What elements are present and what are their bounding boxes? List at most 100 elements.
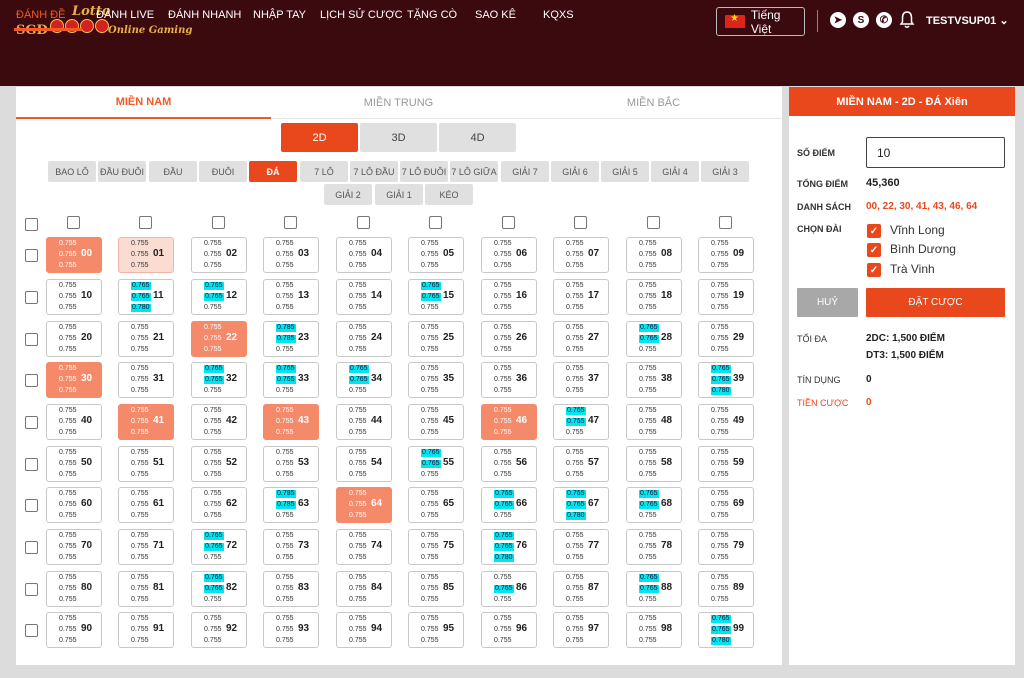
number-cell[interactable]: 0.755 0.755 0.755 80 <box>46 571 102 607</box>
mode-tab[interactable]: 3D <box>360 123 437 152</box>
column-checkbox[interactable] <box>719 216 732 229</box>
number-cell[interactable]: 0.755 0.755 0.755 92 <box>191 612 247 648</box>
number-cell[interactable]: 0.765 0.765 0.780 76 <box>481 529 537 565</box>
bet-type-tab[interactable]: GIẢI 4 <box>651 161 699 182</box>
language-button[interactable]: Tiếng Việt <box>716 7 805 36</box>
row-checkbox[interactable] <box>25 583 38 596</box>
number-cell[interactable]: 0.755 0.755 0.755 14 <box>336 279 392 315</box>
nav-item[interactable]: KQXS <box>543 0 574 30</box>
number-cell[interactable]: 0.755 0.755 0.755 77 <box>553 529 609 565</box>
number-cell[interactable]: 0.755 0.755 0.755 01 <box>118 237 174 273</box>
number-cell[interactable]: 0.755 0.755 0.755 19 <box>698 279 754 315</box>
number-cell[interactable]: 0.755 0.755 0.755 18 <box>626 279 682 315</box>
number-cell[interactable]: 0.755 0.755 0.755 94 <box>336 612 392 648</box>
number-cell[interactable]: 0.755 0.755 0.755 56 <box>481 446 537 482</box>
station-checkbox-tra-vinh[interactable]: ✓ <box>867 263 881 277</box>
bet-type-tab[interactable]: BAO LÔ <box>48 161 96 182</box>
number-cell[interactable]: 0.755 0.755 0.755 07 <box>553 237 609 273</box>
bet-type-tab[interactable]: 7 LÔ ĐUÔI <box>400 161 448 182</box>
number-cell[interactable]: 0.755 0.755 0.755 70 <box>46 529 102 565</box>
number-cell[interactable]: 0.755 0.755 0.755 91 <box>118 612 174 648</box>
number-cell[interactable]: 0.755 0.755 0.755 84 <box>336 571 392 607</box>
number-cell[interactable]: 0.765 0.765 0.755 88 <box>626 571 682 607</box>
column-checkbox[interactable] <box>212 216 225 229</box>
column-checkbox[interactable] <box>357 216 370 229</box>
number-cell[interactable]: 0.755 0.755 0.755 79 <box>698 529 754 565</box>
bell-icon[interactable] <box>899 11 915 29</box>
number-cell[interactable]: 0.755 0.755 0.755 75 <box>408 529 464 565</box>
number-cell[interactable]: 0.765 0.765 0.755 68 <box>626 487 682 523</box>
number-cell[interactable]: 0.755 0.765 0.755 86 <box>481 571 537 607</box>
number-cell[interactable]: 0.755 0.755 0.755 41 <box>118 404 174 440</box>
select-all-checkbox[interactable] <box>25 218 38 231</box>
number-cell[interactable]: 0.755 0.755 0.755 26 <box>481 321 537 357</box>
number-cell[interactable]: 0.755 0.755 0.755 62 <box>191 487 247 523</box>
bet-type-tab[interactable]: GIẢI 3 <box>701 161 749 182</box>
number-cell[interactable]: 0.765 0.765 0.780 11 <box>118 279 174 315</box>
number-cell[interactable]: 0.755 0.755 0.755 51 <box>118 446 174 482</box>
number-cell[interactable]: 0.755 0.755 0.755 27 <box>553 321 609 357</box>
number-cell[interactable]: 0.755 0.755 0.755 13 <box>263 279 319 315</box>
nav-item[interactable]: NHẬP TAY <box>253 0 306 30</box>
number-cell[interactable]: 0.755 0.755 0.755 09 <box>698 237 754 273</box>
station-checkbox-binh-duong[interactable]: ✓ <box>867 243 881 257</box>
column-checkbox[interactable] <box>139 216 152 229</box>
number-cell[interactable]: 0.765 0.765 0.780 39 <box>698 362 754 398</box>
number-cell[interactable]: 0.755 0.755 0.755 06 <box>481 237 537 273</box>
number-cell[interactable]: 0.755 0.755 0.755 35 <box>408 362 464 398</box>
region-tab[interactable]: MIỀN NAM <box>16 87 271 119</box>
number-cell[interactable]: 0.765 0.765 0.755 12 <box>191 279 247 315</box>
number-cell[interactable]: 0.755 0.755 0.755 22 <box>191 321 247 357</box>
number-cell[interactable]: 0.755 0.755 0.755 42 <box>191 404 247 440</box>
number-cell[interactable]: 0.755 0.755 0.755 36 <box>481 362 537 398</box>
number-cell[interactable]: 0.785 0.785 0.755 63 <box>263 487 319 523</box>
number-cell[interactable]: 0.755 0.755 0.755 05 <box>408 237 464 273</box>
number-cell[interactable]: 0.755 0.755 0.755 10 <box>46 279 102 315</box>
number-cell[interactable]: 0.755 0.755 0.755 93 <box>263 612 319 648</box>
number-cell[interactable]: 0.755 0.755 0.755 50 <box>46 446 102 482</box>
number-cell[interactable]: 0.755 0.755 0.755 61 <box>118 487 174 523</box>
number-cell[interactable]: 0.755 0.755 0.755 16 <box>481 279 537 315</box>
column-checkbox[interactable] <box>67 216 80 229</box>
number-cell[interactable]: 0.755 0.755 0.755 49 <box>698 404 754 440</box>
number-cell[interactable]: 0.755 0.755 0.755 59 <box>698 446 754 482</box>
nav-item[interactable]: LỊCH SỬ CƯỢC <box>320 0 403 30</box>
region-tab[interactable]: MIỀN TRUNG <box>271 87 526 119</box>
region-tab[interactable]: MIỀN BẮC <box>526 87 781 119</box>
bet-type-tab[interactable]: GIẢI 5 <box>601 161 649 182</box>
row-checkbox[interactable] <box>25 374 38 387</box>
number-cell[interactable]: 0.755 0.755 0.755 78 <box>626 529 682 565</box>
bet-type-tab[interactable]: 7 LÔ <box>300 161 348 182</box>
number-cell[interactable]: 0.755 0.755 0.755 53 <box>263 446 319 482</box>
number-cell[interactable]: 0.755 0.755 0.755 87 <box>553 571 609 607</box>
station-checkbox-vinh-long[interactable]: ✓ <box>867 224 881 238</box>
number-cell[interactable]: 0.755 0.755 0.755 02 <box>191 237 247 273</box>
number-cell[interactable]: 0.755 0.755 0.755 17 <box>553 279 609 315</box>
number-cell[interactable]: 0.755 0.755 0.755 52 <box>191 446 247 482</box>
number-cell[interactable]: 0.755 0.755 0.755 58 <box>626 446 682 482</box>
number-cell[interactable]: 0.755 0.755 0.755 46 <box>481 404 537 440</box>
number-cell[interactable]: 0.755 0.755 0.755 73 <box>263 529 319 565</box>
number-cell[interactable]: 0.765 0.765 0.755 72 <box>191 529 247 565</box>
bet-type-tab[interactable]: GIẢI 6 <box>551 161 599 182</box>
bet-type-tab[interactable]: 7 LÔ GIỮA <box>450 161 498 182</box>
number-cell[interactable]: 0.755 0.755 0.755 57 <box>553 446 609 482</box>
number-cell[interactable]: 0.765 0.765 0.755 47 <box>553 404 609 440</box>
number-cell[interactable]: 0.765 0.765 0.755 82 <box>191 571 247 607</box>
row-checkbox[interactable] <box>25 499 38 512</box>
number-cell[interactable]: 0.755 0.755 0.755 08 <box>626 237 682 273</box>
bet-type-tab[interactable]: ĐUÔI <box>199 161 247 182</box>
number-cell[interactable]: 0.755 0.755 0.755 38 <box>626 362 682 398</box>
column-checkbox[interactable] <box>502 216 515 229</box>
bet-type-tab[interactable]: GIẢI 1 <box>375 184 423 205</box>
row-checkbox[interactable] <box>25 624 38 637</box>
bet-type-tab[interactable]: GIẢI 7 <box>501 161 549 182</box>
number-cell[interactable]: 0.755 0.755 0.755 00 <box>46 237 102 273</box>
number-cell[interactable]: 0.755 0.755 0.755 74 <box>336 529 392 565</box>
number-cell[interactable]: 0.765 0.765 0.755 55 <box>408 446 464 482</box>
number-cell[interactable]: 0.755 0.755 0.755 60 <box>46 487 102 523</box>
nav-item[interactable]: SAO KÊ <box>475 0 516 30</box>
number-cell[interactable]: 0.765 0.765 0.755 32 <box>191 362 247 398</box>
column-checkbox[interactable] <box>574 216 587 229</box>
number-cell[interactable]: 0.755 0.755 0.755 97 <box>553 612 609 648</box>
